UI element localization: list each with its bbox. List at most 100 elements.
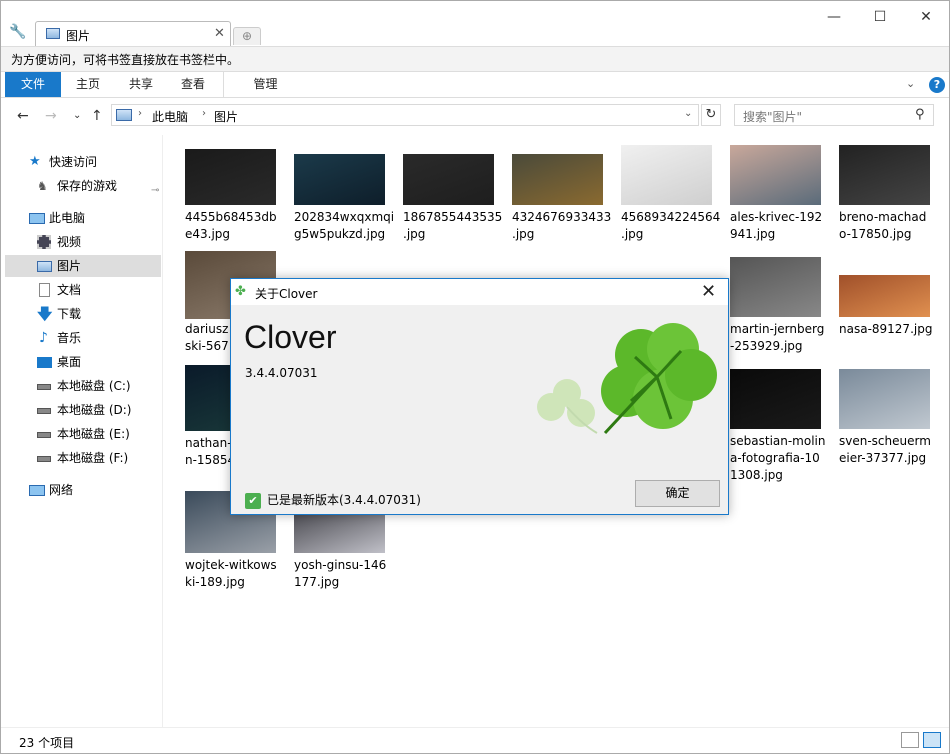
sidebar-item-label: 文档 <box>57 283 82 297</box>
tab-label: 图片 <box>66 29 91 43</box>
file-name: 4324676933433 .jpg <box>512 210 612 241</box>
forward-arrow-icon[interactable]: → <box>45 108 57 124</box>
clover-logo <box>537 323 717 435</box>
thumbnail-image <box>730 257 821 317</box>
clover-icon: ✤ <box>235 284 246 299</box>
sidebar-item-label: 音乐 <box>57 331 82 345</box>
video-icon <box>37 235 51 249</box>
back-arrow-icon[interactable]: ← <box>17 108 29 124</box>
thumbnail-image <box>839 145 930 205</box>
desktop-icon <box>37 357 52 368</box>
expand-ribbon-icon[interactable]: ⌄ <box>906 77 915 90</box>
sidebar-item-drive-d[interactable]: 本地磁盘 (D:) <box>5 399 161 421</box>
app-name: Clover <box>244 319 337 355</box>
sidebar-item-pictures[interactable]: 图片 <box>5 255 161 277</box>
file-name: martin-jernberg -253929.jpg <box>730 322 825 353</box>
document-icon <box>39 283 50 297</box>
sidebar-item-label: 桌面 <box>57 355 82 369</box>
drive-icon <box>37 384 51 390</box>
title-bar: 🔧 图片 ✕ ⊕ — ☐ ✕ <box>1 1 949 47</box>
address-dropdown-icon[interactable]: ⌄ <box>684 108 692 119</box>
sidebar-item-documents[interactable]: 文档 <box>5 279 161 301</box>
tab-share[interactable]: 共享 <box>115 72 167 97</box>
sidebar-item-music[interactable]: ♪ 音乐 <box>5 327 161 349</box>
search-placeholder: 搜索"图片" <box>743 110 803 124</box>
app-version: 3.4.4.07031 <box>245 366 318 380</box>
file-name: 1867855443535 .jpg <box>403 210 503 241</box>
tab-view[interactable]: 查看 <box>167 72 219 97</box>
file-name: sebastian-molin a-fotografia-10 1308.jpg <box>730 434 826 482</box>
sidebar-item-label: 网络 <box>49 483 74 497</box>
sidebar-item-saved-games[interactable]: ♞ 保存的游戏 ⊸ <box>5 175 161 197</box>
up-arrow-icon[interactable]: ↑ <box>91 108 103 124</box>
drive-icon <box>37 408 51 414</box>
sidebar-item-label: 本地磁盘 (E:) <box>57 427 130 441</box>
status-bar: 23 个项目 <box>1 727 949 753</box>
thumbnail-image <box>839 369 930 429</box>
file-name: ales-krivec-192 941.jpg <box>730 210 823 241</box>
dialog-title-bar: ✤ 关于Clover ✕ <box>231 279 728 305</box>
thumbnail-image <box>185 149 276 205</box>
download-icon: 🡇 <box>37 305 53 323</box>
crumb-separator: › <box>138 108 142 119</box>
crumb-this-pc[interactable]: 此电脑 <box>152 108 188 125</box>
address-bar[interactable]: › 此电脑 › 图片 ⌄ <box>111 104 699 126</box>
tab-manage[interactable]: 管理 <box>223 72 307 97</box>
sidebar-item-drive-c[interactable]: 本地磁盘 (C:) <box>5 375 161 397</box>
file-name: sven-scheuerm eier-37377.jpg <box>839 434 931 465</box>
update-status-text: 已是最新版本(3.4.4.07031) <box>267 493 421 507</box>
bookmark-bar-text: 为方便访问，可将书签直接放在书签栏中。 <box>11 53 240 67</box>
tab-pictures[interactable]: 图片 ✕ <box>35 21 231 47</box>
wrench-icon[interactable]: 🔧 <box>9 24 26 40</box>
dialog-close-button[interactable]: ✕ <box>701 281 716 302</box>
sidebar-item-downloads[interactable]: 🡇 下载 <box>5 303 161 325</box>
check-icon: ✔ <box>245 492 261 509</box>
star-icon: ★ <box>29 154 41 169</box>
about-dialog: ✤ 关于Clover ✕ Clover 3.4.4.07031 ✔ 已是最新版本… <box>230 278 729 515</box>
sidebar-item-videos[interactable]: 视频 <box>5 231 161 253</box>
sidebar-item-drive-f[interactable]: 本地磁盘 (F:) <box>5 447 161 469</box>
pin-icon[interactable]: ⊸ <box>151 180 159 202</box>
file-name: 202834wxqxmqi g5w5pukzd.jpg <box>294 210 395 241</box>
sidebar-item-desktop[interactable]: 桌面 <box>5 351 161 373</box>
thumbnail-image <box>294 154 385 205</box>
file-name: 4568934224564 .jpg <box>621 210 721 241</box>
small-clover-icon <box>537 379 598 434</box>
help-icon[interactable]: ? <box>929 77 945 93</box>
thumbnail-image <box>730 145 821 205</box>
sidebar-item-this-pc[interactable]: 此电脑 <box>5 207 161 229</box>
close-button[interactable]: ✕ <box>903 7 949 29</box>
music-icon: ♪ <box>39 330 48 346</box>
tab-close-icon[interactable]: ✕ <box>214 26 225 41</box>
details-view-icon[interactable] <box>901 732 919 748</box>
sidebar-item-network[interactable]: 网络 <box>5 479 161 501</box>
item-count: 23 个项目 <box>19 736 75 750</box>
update-status: ✔ 已是最新版本(3.4.4.07031) <box>245 491 421 509</box>
minimize-button[interactable]: — <box>811 7 857 29</box>
search-icon[interactable]: ⚲ <box>915 107 925 122</box>
sidebar-item-label: 下载 <box>57 307 82 321</box>
ok-button[interactable]: 确定 <box>635 480 720 507</box>
tab-file[interactable]: 文件 <box>5 72 61 97</box>
thumbnail-image <box>512 154 603 205</box>
sidebar-item-drive-e[interactable]: 本地磁盘 (E:) <box>5 423 161 445</box>
bookmark-bar: 为方便访问，可将书签直接放在书签栏中。 <box>1 46 949 72</box>
refresh-button[interactable]: ↻ <box>701 104 721 126</box>
thumbnail-image <box>839 275 930 317</box>
sidebar-item-label: 本地磁盘 (C:) <box>57 379 131 393</box>
sidebar-item-label: 本地磁盘 (F:) <box>57 451 129 465</box>
crumb-pictures[interactable]: 图片 <box>214 108 238 125</box>
file-name: nasa-89127.jpg <box>839 322 933 336</box>
navigation-pane: ★ 快速访问 ♞ 保存的游戏 ⊸ 此电脑 视频 图片 文档 🡇 下载 ♪ 音乐 … <box>1 135 163 727</box>
recent-locations-icon[interactable]: ⌄ <box>73 110 81 121</box>
maximize-button[interactable]: ☐ <box>857 7 903 29</box>
sidebar-item-quick-access[interactable]: ★ 快速访问 <box>5 151 161 173</box>
new-tab-button[interactable]: ⊕ <box>233 27 261 45</box>
computer-icon <box>29 213 45 224</box>
large-icons-view-icon[interactable] <box>923 732 941 748</box>
sidebar-item-label: 视频 <box>57 235 82 249</box>
search-box[interactable]: 搜索"图片" ⚲ <box>734 104 934 126</box>
crumb-separator: › <box>202 108 206 119</box>
tab-home[interactable]: 主页 <box>61 72 115 97</box>
file-name: breno-machad o-17850.jpg <box>839 210 927 241</box>
